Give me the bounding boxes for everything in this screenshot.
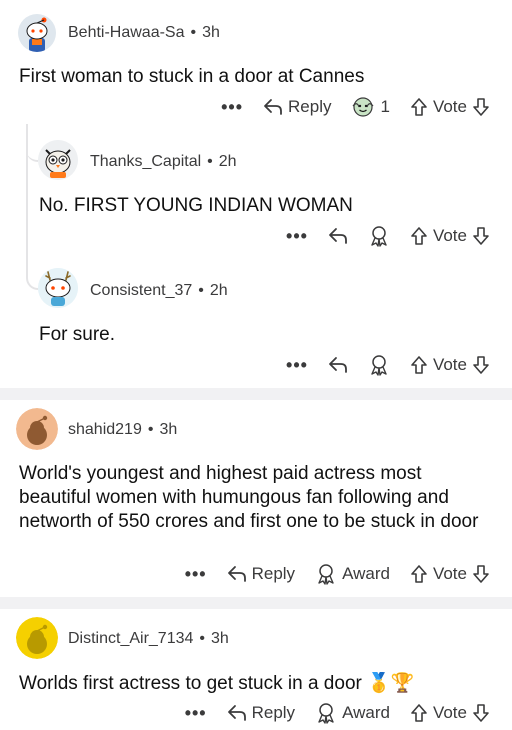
vote-control[interactable]: Vote [410, 564, 490, 584]
vote-control[interactable]: Vote [410, 226, 490, 246]
snoo-antlers-avatar-icon [38, 268, 78, 308]
reply-icon [264, 99, 282, 115]
vote-control[interactable]: Vote [410, 355, 490, 375]
owl-avatar-icon [38, 140, 78, 180]
more-options-icon[interactable]: ••• [185, 703, 207, 724]
downvote-icon[interactable] [472, 97, 490, 117]
downvote-icon[interactable] [472, 703, 490, 723]
reply-icon [227, 566, 246, 582]
vote-label: Vote [432, 226, 467, 245]
wholesome-award-icon [353, 97, 374, 117]
default-snoo-avatar-icon [16, 617, 58, 659]
comment-age: 3h [159, 421, 178, 438]
reply-icon [329, 357, 347, 373]
avatar[interactable] [18, 14, 56, 52]
reply-button[interactable] [328, 356, 348, 374]
comment-author[interactable]: Thanks_Capital • 2h [90, 153, 237, 171]
username[interactable]: shahid219 [68, 421, 142, 438]
comment-author[interactable]: shahid219 • 3h [68, 421, 177, 439]
award-button[interactable]: Award [315, 702, 390, 724]
award-button[interactable]: Award [315, 563, 390, 585]
comment-author[interactable]: Behti-Hawaa-Sa • 3h [68, 24, 220, 42]
comment-body: World's youngest and highest paid actres… [19, 463, 479, 532]
comment-body: No. FIRST YOUNG INDIAN WOMAN [39, 195, 353, 216]
username[interactable]: Thanks_Capital [90, 153, 201, 170]
vote-label: Vote [432, 703, 467, 722]
vote-label: Vote [432, 97, 467, 116]
meta-dot: • [147, 421, 154, 438]
thread-connector [26, 252, 38, 290]
avatar[interactable] [38, 268, 78, 308]
downvote-icon[interactable] [472, 355, 490, 375]
upvote-icon[interactable] [410, 226, 428, 246]
reply-icon [227, 705, 246, 721]
comment-actions: ••• Reply 1 Vote [201, 92, 490, 122]
comment-actions: ••• Vote [266, 221, 490, 251]
reply-button[interactable] [328, 227, 348, 245]
comment-age: 2h [218, 153, 237, 170]
default-snoo-avatar-icon [16, 408, 58, 450]
avatar[interactable] [38, 140, 78, 180]
award-icon [318, 703, 334, 724]
snoo-avatar-icon [18, 14, 56, 52]
downvote-icon[interactable] [472, 226, 490, 246]
more-options-icon[interactable]: ••• [221, 97, 243, 118]
reply-icon [329, 228, 347, 244]
meta-dot: • [207, 153, 213, 170]
reply-label: Reply [288, 97, 332, 116]
vote-label: Vote [432, 564, 467, 583]
comment-age: 2h [209, 282, 228, 299]
vote-control[interactable]: Vote [410, 703, 490, 723]
more-options-icon[interactable]: ••• [286, 226, 308, 247]
avatar[interactable] [16, 408, 58, 450]
award-label: Award [342, 703, 390, 722]
reply-button[interactable]: Reply [227, 564, 295, 584]
meta-dot: • [199, 630, 206, 647]
comment-separator [0, 597, 512, 609]
comment-actions: ••• Vote [266, 350, 490, 380]
vote-control[interactable]: Vote [410, 97, 490, 117]
username[interactable]: Distinct_Air_7134 [68, 630, 193, 647]
thread-connector [26, 124, 38, 162]
more-options-icon[interactable]: ••• [286, 355, 308, 376]
username[interactable]: Behti-Hawaa-Sa [68, 24, 185, 41]
comment-age: 3h [202, 24, 220, 41]
more-options-icon[interactable]: ••• [185, 564, 207, 585]
comment-body: Worlds first actress to get stuck in a d… [19, 672, 497, 696]
award-badge[interactable]: 1 [351, 96, 390, 118]
comment-author[interactable]: Distinct_Air_7134 • 3h [68, 630, 229, 648]
comment-body: For sure. [39, 324, 116, 345]
award-icon [371, 226, 387, 247]
award-button[interactable] [368, 354, 390, 376]
meta-dot: • [198, 282, 204, 299]
comment-text: Worlds first actress to get stuck in a d… [19, 673, 362, 694]
comment-age: 3h [211, 630, 229, 647]
medal-trophy-emoji: 🥇🏆 [367, 673, 415, 694]
comment-actions: ••• Reply Award Vote [165, 698, 490, 728]
username[interactable]: Consistent_37 [90, 282, 192, 299]
vote-label: Vote [432, 355, 467, 374]
downvote-icon[interactable] [472, 564, 490, 584]
comment-actions: ••• Reply Award Vote [165, 559, 490, 589]
upvote-icon[interactable] [410, 703, 428, 723]
reply-label: Reply [251, 703, 296, 722]
upvote-icon[interactable] [410, 564, 428, 584]
award-count: 1 [380, 97, 390, 116]
meta-dot: • [190, 24, 197, 41]
award-button[interactable] [368, 225, 390, 247]
upvote-icon[interactable] [410, 97, 428, 117]
reply-label: Reply [251, 564, 296, 583]
award-icon [371, 355, 387, 376]
award-icon [318, 564, 334, 585]
upvote-icon[interactable] [410, 355, 428, 375]
avatar[interactable] [16, 617, 58, 659]
comment-author[interactable]: Consistent_37 • 2h [90, 282, 228, 300]
comment-separator [0, 388, 512, 400]
award-label: Award [342, 564, 390, 583]
reply-button[interactable]: Reply [227, 703, 295, 723]
reply-button[interactable]: Reply [263, 97, 331, 117]
comment-body: First woman to stuck in a door at Cannes [19, 66, 365, 87]
